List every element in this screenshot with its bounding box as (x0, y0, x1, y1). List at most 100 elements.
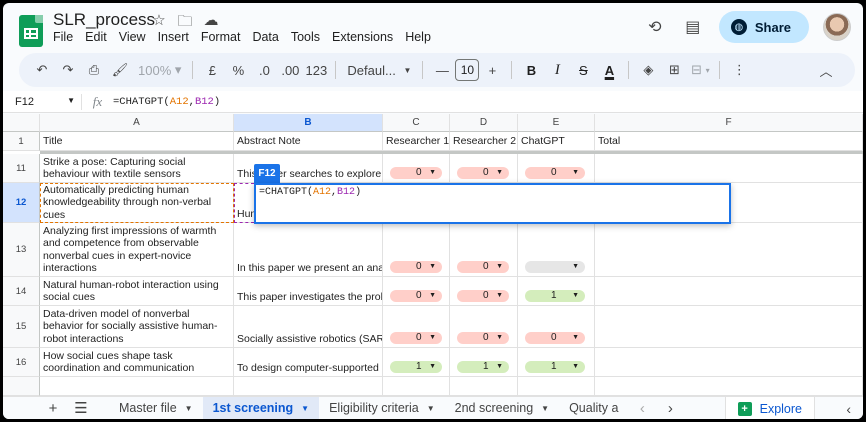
column-header-f[interactable]: F (595, 114, 863, 132)
merge-cells-icon[interactable]: ⊟ ▾ (688, 58, 712, 82)
header-chatgpt[interactable]: ChatGPT (518, 132, 595, 151)
row-header[interactable]: 15 (3, 306, 40, 348)
row-header[interactable]: 16 (3, 348, 40, 377)
header-abstract[interactable]: Abstract Note (234, 132, 383, 151)
rating-chip[interactable]: 0 ▼ (525, 332, 585, 344)
header-researcher-1[interactable]: Researcher 1 (383, 132, 450, 151)
version-history-icon[interactable]: ⟲ (643, 15, 667, 39)
paint-format-icon[interactable]: 🖌 (108, 58, 132, 82)
table-row-abstract[interactable]: This paper investigates the prob (234, 277, 383, 306)
rating-chip[interactable]: 0 ▼ (390, 332, 442, 344)
menu-insert[interactable]: Insert (158, 30, 195, 44)
select-all-corner[interactable] (3, 114, 40, 132)
table-row-title[interactable]: How social cues shape task coordination … (40, 348, 234, 377)
more-options-icon[interactable]: ⋮ (727, 58, 751, 82)
strikethrough-icon[interactable]: S (571, 58, 595, 82)
number-format-button[interactable]: 123 (304, 58, 328, 82)
tab-eligibility-criteria[interactable]: Eligibility criteria ▼ (319, 397, 445, 420)
percent-format-button[interactable]: % (226, 58, 250, 82)
rating-chip[interactable]: 1 ▼ (525, 361, 585, 373)
rating-chip[interactable]: 0 ▼ (525, 167, 585, 179)
column-header-b[interactable]: B (234, 114, 383, 132)
menu-format[interactable]: Format (201, 30, 247, 44)
menu-data[interactable]: Data (252, 30, 284, 44)
menu-extensions[interactable]: Extensions (332, 30, 399, 44)
table-row-r1-cell[interactable]: 1 ▼ (383, 348, 450, 377)
document-title[interactable]: SLR_process (53, 10, 155, 30)
font-size-input[interactable]: 10 (455, 59, 480, 81)
row-header[interactable]: 12 (3, 183, 40, 223)
table-row-r1-cell[interactable]: 0 ▼ (383, 306, 450, 348)
table-row-r2-cell[interactable]: 0 ▼ (450, 223, 518, 277)
menu-edit[interactable]: Edit (85, 30, 113, 44)
rating-chip[interactable]: 0 ▼ (390, 261, 442, 273)
formula-input[interactable]: =CHATGPT(A12,B12) (113, 96, 220, 108)
header-researcher-2[interactable]: Researcher 2 (450, 132, 518, 151)
share-button[interactable]: ◍ Share (718, 11, 809, 43)
print-icon[interactable]: ⎙ (82, 58, 106, 82)
fill-color-icon[interactable]: ◈ (636, 58, 660, 82)
tab-master-file[interactable]: Master file ▼ (109, 397, 203, 420)
table-row-abstract[interactable]: To design computer-supported c (234, 348, 383, 377)
sheets-logo-icon[interactable] (19, 15, 43, 47)
table-row-r1-cell[interactable]: 0 ▼ (383, 223, 450, 277)
table-row-gpt-cell[interactable]: 0 ▼ (518, 306, 595, 348)
collapse-toolbar-icon[interactable]: ︿ (814, 58, 838, 82)
borders-icon[interactable]: ⊞ (662, 58, 686, 82)
table-row-r2-cell[interactable]: 0 ▼ (450, 154, 518, 183)
table-row-r1-cell[interactable]: 0 ▼ (383, 154, 450, 183)
menu-help[interactable]: Help (405, 30, 437, 44)
table-row-r1-cell[interactable]: 0 ▼ (383, 277, 450, 306)
table-row-abstract[interactable]: In this paper we present an ana (234, 223, 383, 277)
table-row-gpt-cell[interactable]: ▼ (518, 223, 595, 277)
row-header[interactable]: 1 (3, 132, 40, 151)
name-box[interactable]: F12 ▼ (3, 96, 81, 108)
row-header[interactable] (3, 377, 40, 396)
row-header[interactable]: 13 (3, 223, 40, 277)
rating-chip[interactable]: ▼ (525, 261, 585, 273)
font-select[interactable]: Defaul... ▼ (343, 58, 415, 82)
menu-file[interactable]: File (53, 30, 79, 44)
row-header[interactable]: 14 (3, 277, 40, 306)
font-size-increase-icon[interactable]: + (480, 58, 504, 82)
table-row-r2-cell[interactable]: 1 ▼ (450, 348, 518, 377)
text-color-icon[interactable]: A (597, 58, 621, 82)
scroll-tabs-left-icon[interactable]: ‹ (628, 400, 656, 417)
bold-icon[interactable]: B (519, 58, 543, 82)
font-size-decrease-icon[interactable]: — (430, 58, 454, 82)
rating-chip[interactable]: 0 ▼ (390, 290, 442, 302)
column-header-e[interactable]: E (518, 114, 595, 132)
column-header-c[interactable]: C (383, 114, 450, 132)
table-row-total[interactable] (595, 223, 863, 277)
add-sheet-icon[interactable]: + (39, 400, 67, 417)
table-row-r2-cell[interactable]: 0 ▼ (450, 277, 518, 306)
table-row-title[interactable]: Natural human-robot interaction using so… (40, 277, 234, 306)
avatar[interactable] (823, 13, 851, 41)
table-row-title[interactable] (40, 377, 234, 396)
table-row-total[interactable] (595, 377, 863, 396)
all-sheets-icon[interactable]: ☰ (67, 399, 95, 417)
comments-icon[interactable]: ▤ (681, 15, 705, 39)
rating-chip[interactable]: 0 ▼ (457, 332, 509, 344)
rating-chip[interactable]: 0 ▼ (457, 167, 509, 179)
cell-editor-input[interactable]: =CHATGPT(A12,B12) (254, 183, 731, 224)
header-total[interactable]: Total (595, 132, 863, 151)
explore-button[interactable]: + Explore (724, 397, 815, 419)
row-header[interactable]: 11 (3, 154, 40, 183)
tab-2nd-screening[interactable]: 2nd screening ▼ (445, 397, 559, 420)
table-row-r2-cell[interactable] (450, 377, 518, 396)
table-row-title[interactable]: Data-driven model of nonverbal behavior … (40, 306, 234, 348)
rating-chip[interactable]: 1 ▼ (390, 361, 442, 373)
table-row-total[interactable] (595, 348, 863, 377)
side-panel-toggle-icon[interactable]: ‹ (846, 397, 851, 419)
table-row-title[interactable]: Strike a pose: Capturing social behaviou… (40, 154, 234, 183)
undo-icon[interactable]: ↶ (30, 58, 54, 82)
spreadsheet-grid[interactable]: A B C D E F 1 Title Abstract Note Resear… (3, 114, 863, 396)
rating-chip[interactable]: 1 ▼ (525, 290, 585, 302)
table-row-abstract[interactable] (234, 377, 383, 396)
column-header-d[interactable]: D (450, 114, 518, 132)
rating-chip[interactable]: 0 ▼ (457, 261, 509, 273)
table-row-gpt-cell[interactable] (518, 377, 595, 396)
table-row-gpt-cell[interactable]: 1 ▼ (518, 348, 595, 377)
table-row-title[interactable]: Analyzing first impressions of warmth an… (40, 223, 234, 277)
